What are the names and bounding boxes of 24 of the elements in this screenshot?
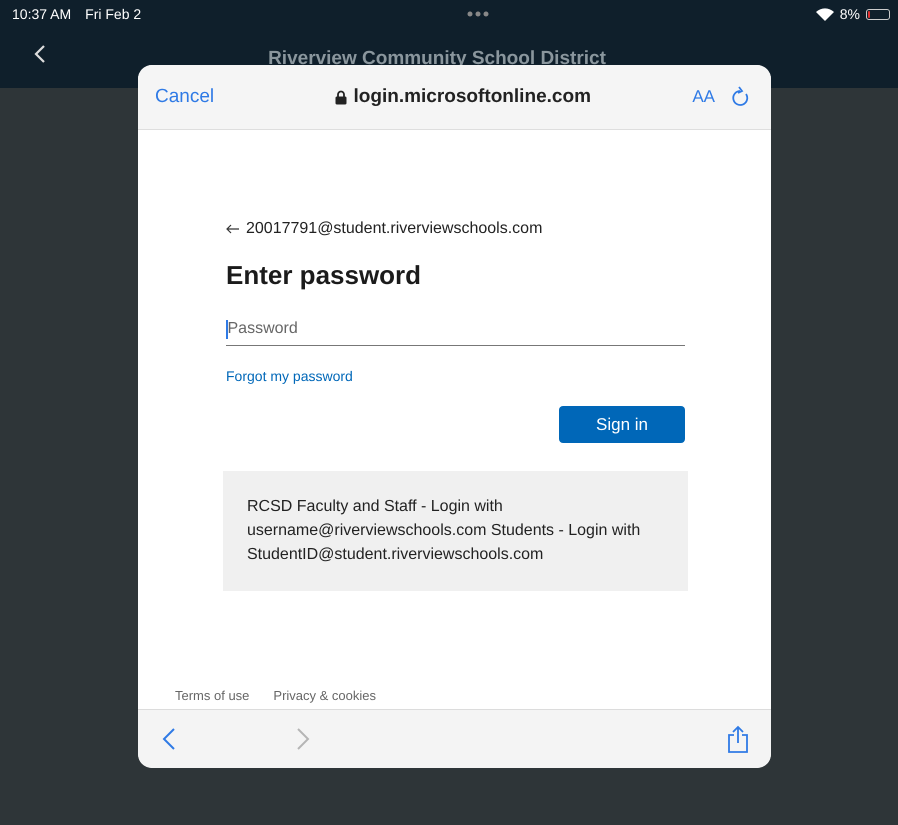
status-time: 10:37 AM [12, 6, 72, 22]
more-icon[interactable] [467, 11, 490, 17]
share-icon[interactable] [727, 725, 749, 753]
app-title: Riverview Community School District [267, 48, 607, 70]
wifi-icon [816, 8, 834, 20]
battery-percent: 8% [840, 6, 860, 22]
footer-link[interactable]: Terms of use [175, 688, 250, 703]
reload-icon[interactable] [731, 86, 751, 108]
sign-in-button[interactable]: Sign in [559, 406, 685, 443]
lock-icon [335, 90, 348, 104]
footer-link[interactable]: Privacy & cookies [273, 688, 376, 703]
back-icon[interactable] [34, 44, 46, 64]
account-back-link[interactable]: 20017791@student.riverviewschools.com [226, 220, 542, 238]
url-address[interactable]: login.microsoftonline.com [353, 86, 591, 108]
page-heading: Enter password [226, 260, 422, 291]
login-notice: RCSD Faculty and Staff - Login with username@riverviewschools.com Students - Login with StudentID@student.riverviewschools.com [223, 471, 688, 591]
password-field[interactable]: Password [228, 320, 685, 338]
battery-icon [866, 8, 890, 20]
cancel-button[interactable]: Cancel [155, 86, 214, 108]
forgot-password-link[interactable]: Forgot my password [226, 368, 353, 384]
back-button[interactable] [162, 727, 176, 751]
left-arrow-icon [226, 224, 240, 234]
status-date: Fri Feb 2 [85, 6, 142, 22]
text-size-button[interactable]: AA [692, 87, 715, 107]
